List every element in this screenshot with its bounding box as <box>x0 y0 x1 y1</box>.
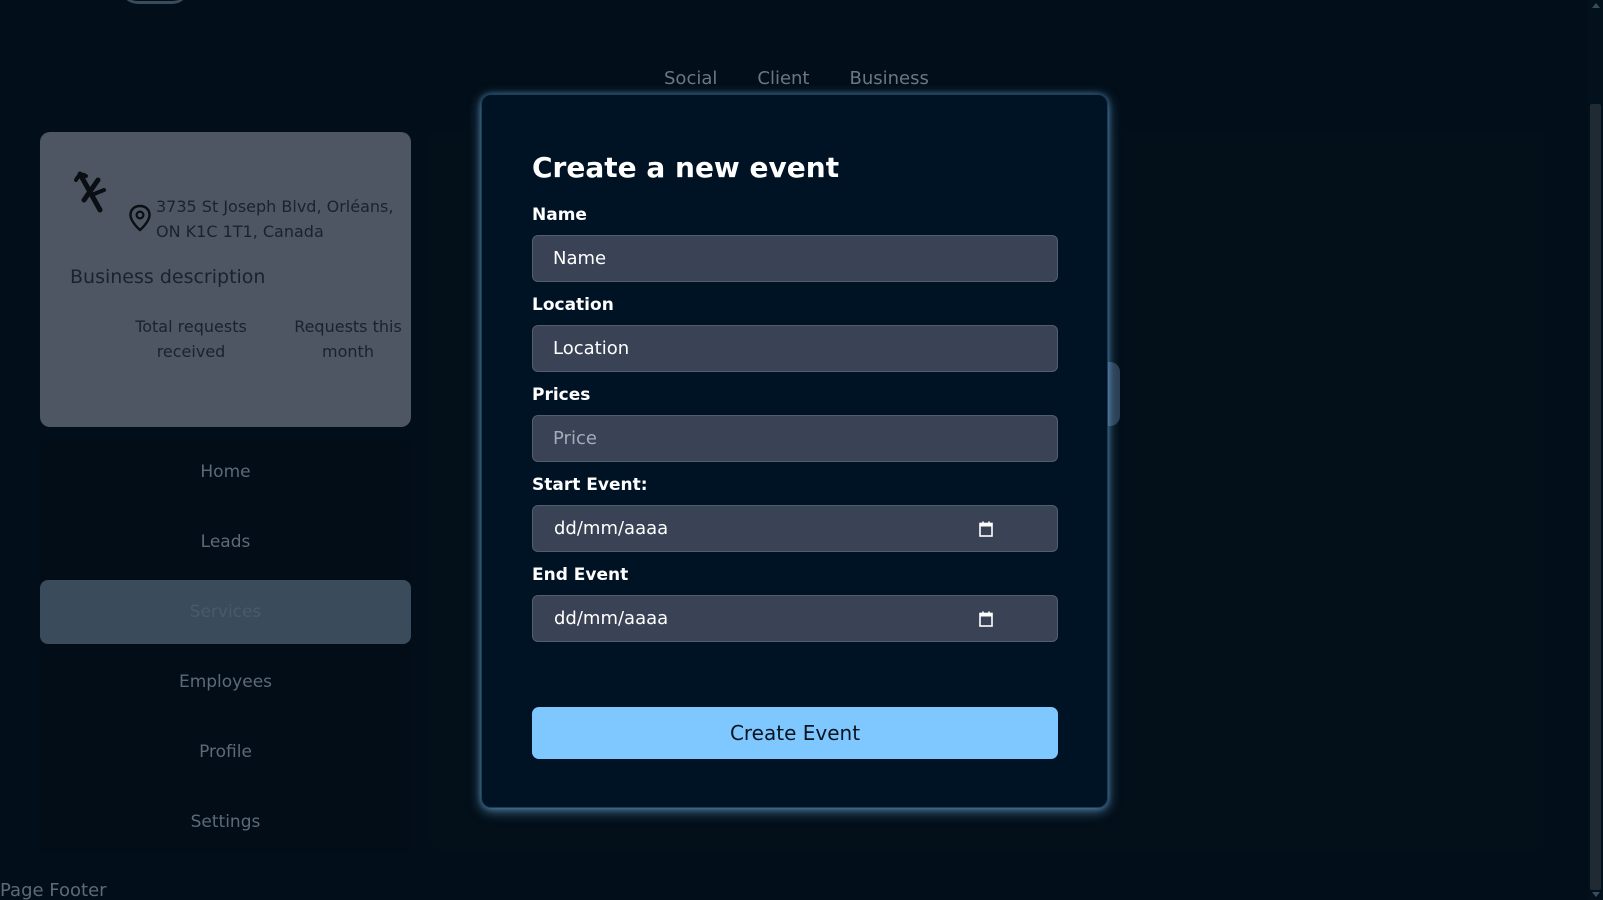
sidebar-menu: Home Leads Services Employees Profile Se… <box>40 440 411 854</box>
location-pin-icon <box>129 204 151 232</box>
sidebar-item-profile[interactable]: Profile <box>40 720 411 784</box>
price-input[interactable] <box>532 415 1058 462</box>
sidebar-item-settings[interactable]: Settings <box>40 790 411 854</box>
start-event-date-value: dd/mm/aaaa <box>554 518 669 539</box>
tools-icon <box>74 171 106 213</box>
page-footer: Page Footer <box>0 880 107 900</box>
modal-title: Create a new event <box>532 151 840 184</box>
start-event-date-input[interactable]: dd/mm/aaaa <box>532 505 1058 552</box>
sidebar-item-employees[interactable]: Employees <box>40 650 411 714</box>
sidebar-item-leads[interactable]: Leads <box>40 510 411 574</box>
create-event-modal: Create a new event Name Location Prices … <box>481 94 1108 808</box>
scroll-thumb[interactable] <box>1590 104 1601 890</box>
sidebar-item-services[interactable]: Services <box>40 580 411 644</box>
prices-label: Prices <box>532 385 591 405</box>
business-card: 3735 St Joseph Blvd, Orléans, ON K1C 1T1… <box>40 132 411 427</box>
nav-client[interactable]: Client <box>757 68 809 89</box>
business-description: Business description <box>70 266 266 288</box>
end-event-date-input[interactable]: dd/mm/aaaa <box>532 595 1058 642</box>
top-navigation: Social Client Business <box>664 68 929 89</box>
nav-social[interactable]: Social <box>664 68 717 89</box>
location-input[interactable] <box>532 325 1058 372</box>
scroll-up-arrow-icon[interactable] <box>1592 3 1600 8</box>
start-event-label: Start Event: <box>532 475 648 495</box>
end-event-label: End Event <box>532 565 629 585</box>
end-event-date-value: dd/mm/aaaa <box>554 608 669 629</box>
page: Social Client Business 3735 St Joseph Bl… <box>0 0 1603 900</box>
page-scrollbar[interactable] <box>1588 0 1603 900</box>
calendar-icon[interactable] <box>979 611 993 627</box>
name-label: Name <box>532 205 587 225</box>
nav-business[interactable]: Business <box>850 68 929 89</box>
sidebar-item-home[interactable]: Home <box>40 440 411 504</box>
monthly-requests-stat: Requests this month <box>294 317 402 361</box>
location-label: Location <box>532 295 614 315</box>
app-logo[interactable] <box>120 0 190 4</box>
business-address: 3735 St Joseph Blvd, Orléans, ON K1C 1T1… <box>156 197 394 241</box>
create-event-button[interactable]: Create Event <box>532 707 1058 759</box>
total-requests-stat: Total requests received <box>135 317 247 361</box>
calendar-icon[interactable] <box>979 521 993 537</box>
name-input[interactable] <box>532 235 1058 282</box>
scroll-down-arrow-icon[interactable] <box>1592 892 1600 897</box>
